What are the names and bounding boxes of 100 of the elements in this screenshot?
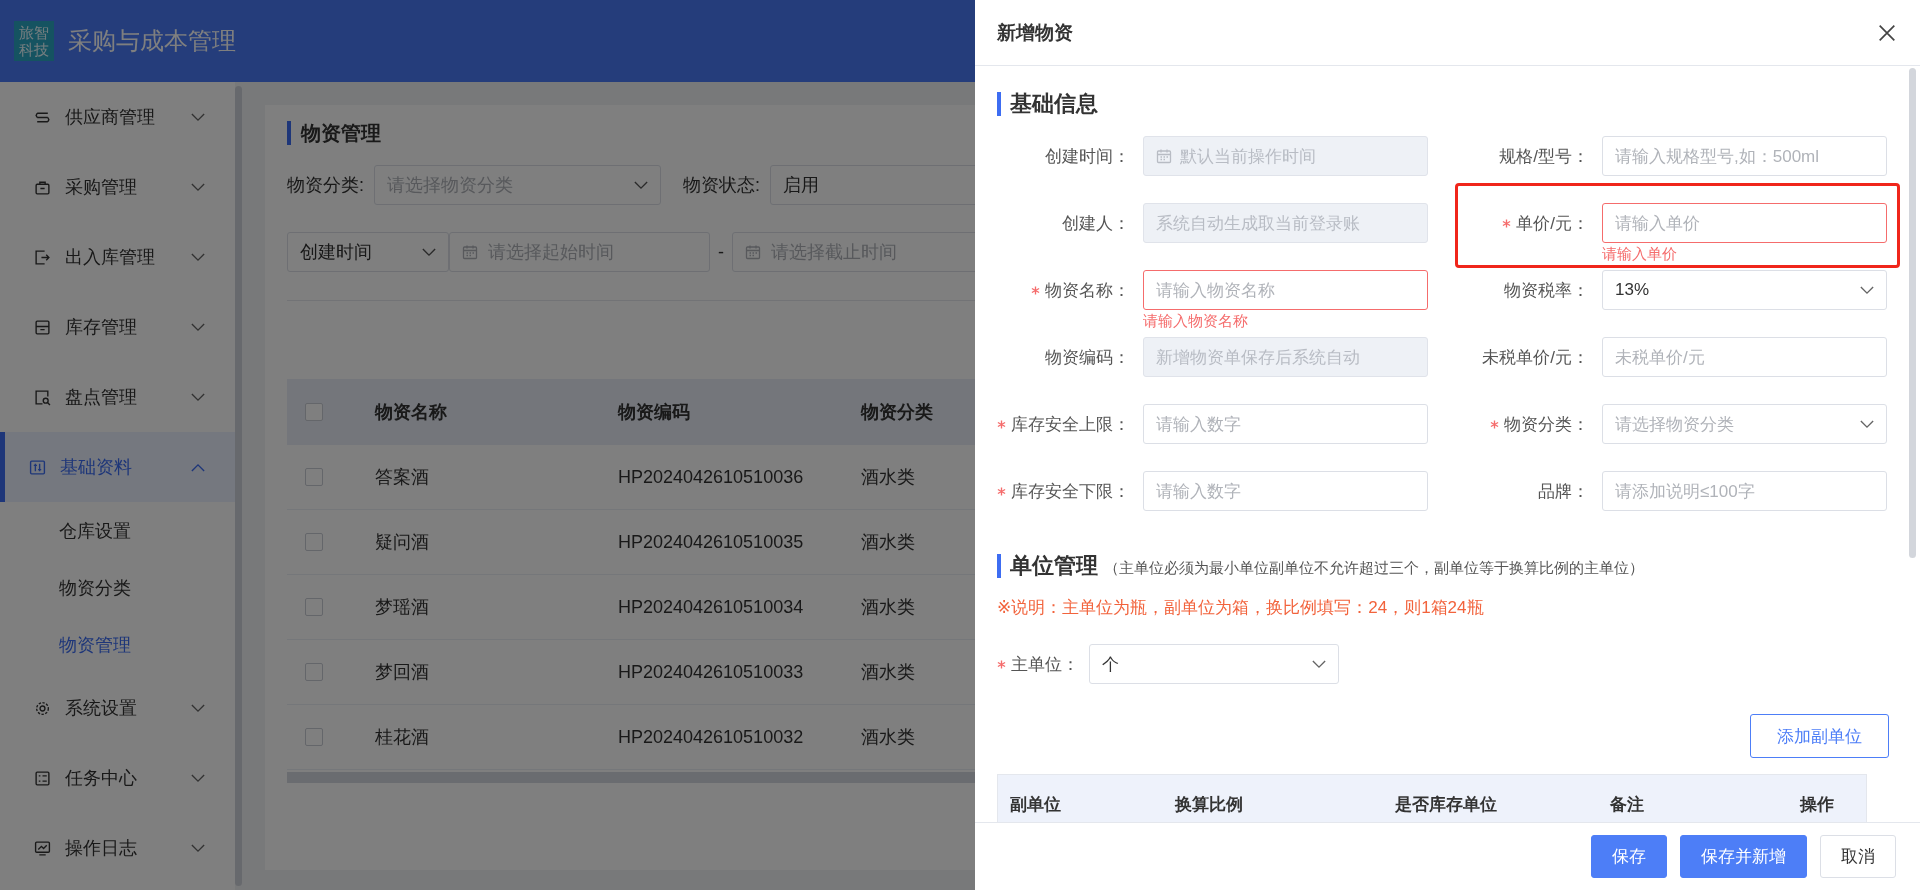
label-text: 库存安全上限： [997,412,1130,436]
chevron-icon [191,392,205,402]
chevron-icon [1860,285,1874,295]
sidebar-item[interactable]: 操作日志 [0,813,235,883]
column-header: 物资分类 [843,379,975,445]
label-text: 物资编码： [1045,346,1130,369]
add-unit-button[interactable]: 添加副单位 [1750,714,1889,758]
calendar-icon [462,244,478,260]
sidebar-item[interactable]: 出入库管理 [0,222,235,292]
label-text: 物资名称： [1031,278,1130,302]
checkbox[interactable] [305,598,323,616]
scrollbar[interactable] [287,772,975,783]
label-text: 创建时间： [1045,145,1130,168]
sidebar-item[interactable]: 基础资料 [0,432,235,502]
table-cell: 答案酒 [357,445,600,510]
calendar-icon [1156,148,1172,164]
scrollbar[interactable] [235,86,242,886]
filter-label: 物资状态: [683,174,761,197]
select-field[interactable]: 启用 [770,165,975,205]
chevron-icon [191,462,205,472]
label-text: 主单位： [997,652,1079,676]
input-field[interactable]: 请输入数字 [1143,404,1428,444]
select-field[interactable]: 13% [1602,270,1887,310]
section-title: 单位管理 [997,554,1098,578]
sliders-icon [29,458,46,476]
checkbox[interactable] [305,533,323,551]
table-header: 副单位 换算比例 是否库存单位 备注 操作 [997,774,1867,822]
label-text: 未税单价/元： [1482,346,1589,369]
chevron-icon [191,112,205,122]
note-text: ※说明：主单位为瓶，副单位为箱，换比例填写：24，则1箱24瓶 [997,597,1485,619]
sidebar-subitem[interactable]: 物资分类 [0,559,235,616]
label-text: 规格/型号： [1499,145,1589,168]
table-cell: HP2024042610510032 [600,704,843,770]
label-text: 物资分类： [1490,412,1589,436]
section-title: 基础信息 [997,92,1098,116]
drawer-title: 新增物资 [997,20,1073,45]
column-header: 物资编码 [600,379,843,445]
sidebar-item[interactable]: 供应商管理 [0,82,235,152]
select-field[interactable]: 个 [1089,644,1339,684]
table-cell: 梦回酒 [357,639,600,705]
input-field[interactable]: 请输入规格型号,如：500ml [1602,136,1887,176]
monitor-icon [34,839,51,857]
table-cell: 桂花酒 [357,704,600,770]
sidebar-subitem[interactable]: 物资管理 [0,616,235,673]
cancel-button[interactable]: 取消 [1820,835,1896,878]
sidebar-item[interactable]: 系统设置 [0,673,235,743]
table-cell: HP2024042610510035 [600,509,843,575]
primary-button[interactable]: 保存并新增 [1680,835,1807,878]
sidebar-subitem[interactable]: 仓库设置 [0,502,235,559]
input-field[interactable]: 请输入单价 [1602,203,1887,243]
label-text: 品牌： [1538,480,1589,503]
exit-icon [34,248,51,266]
chevron-icon [191,703,205,713]
table-cell: HP2024042610510036 [600,445,843,510]
sidebar-item[interactable]: 盘点管理 [0,362,235,432]
table-cell: 梦瑶酒 [357,574,600,640]
archive-icon [34,318,51,336]
chevron-icon [191,252,205,262]
chevron-icon [191,182,205,192]
gear-icon [34,699,51,717]
error-message: 请输入单价 [1602,245,1678,262]
label-text: 创建人： [1062,212,1130,235]
checkbox[interactable] [305,663,323,681]
checkbox[interactable] [305,728,323,746]
label-text: 物资税率： [1504,279,1589,302]
calendar-icon [745,244,761,260]
app-title: 采购与成本管理 [68,26,236,56]
sidebar-item[interactable]: 库存管理 [0,292,235,362]
input-field[interactable]: 请输入数字 [1143,471,1428,511]
chevron-icon [634,180,648,190]
label-text: 库存安全下限： [997,479,1130,503]
chevron-icon [422,247,436,257]
input-field[interactable]: 未税单价/元 [1602,337,1887,377]
chevron-icon [191,773,205,783]
error-message: 请输入物资名称 [1143,312,1249,329]
input-field[interactable]: 请输入物资名称 [1143,270,1428,310]
chevron-icon [191,843,205,853]
table-cell: HP2024042610510033 [600,639,843,705]
chevron-icon [1860,419,1874,429]
select-field[interactable]: 请选择物资分类 [1602,404,1887,444]
select-field[interactable]: 创建时间 [287,232,449,272]
sidebar-item[interactable]: 任务中心 [0,743,235,813]
document-search-icon [34,388,51,406]
range-separator: - [718,241,724,263]
checkbox[interactable] [305,468,323,486]
logo: 旅智科技 [14,21,54,61]
sidebar-item[interactable]: 采购管理 [0,152,235,222]
table-cell: HP2024042610510034 [600,574,843,640]
column-header: 物资名称 [357,379,600,445]
chevron-icon [1312,659,1326,669]
table-cell: 疑问酒 [357,509,600,575]
scrollbar[interactable] [1909,68,1916,558]
checkbox[interactable] [305,403,323,421]
filter-label: 物资分类: [287,174,364,197]
input-field[interactable]: 请添加说明≤100字 [1602,471,1887,511]
label-text: 单价/元： [1502,211,1589,235]
bag-icon [34,178,51,196]
checklist-icon [34,769,51,787]
section-hint: （主单位必须为最小单位副单位不允许超过三个，副单位等于换算比例的主单位） [1104,559,1644,578]
primary-button[interactable]: 保存 [1591,835,1667,878]
